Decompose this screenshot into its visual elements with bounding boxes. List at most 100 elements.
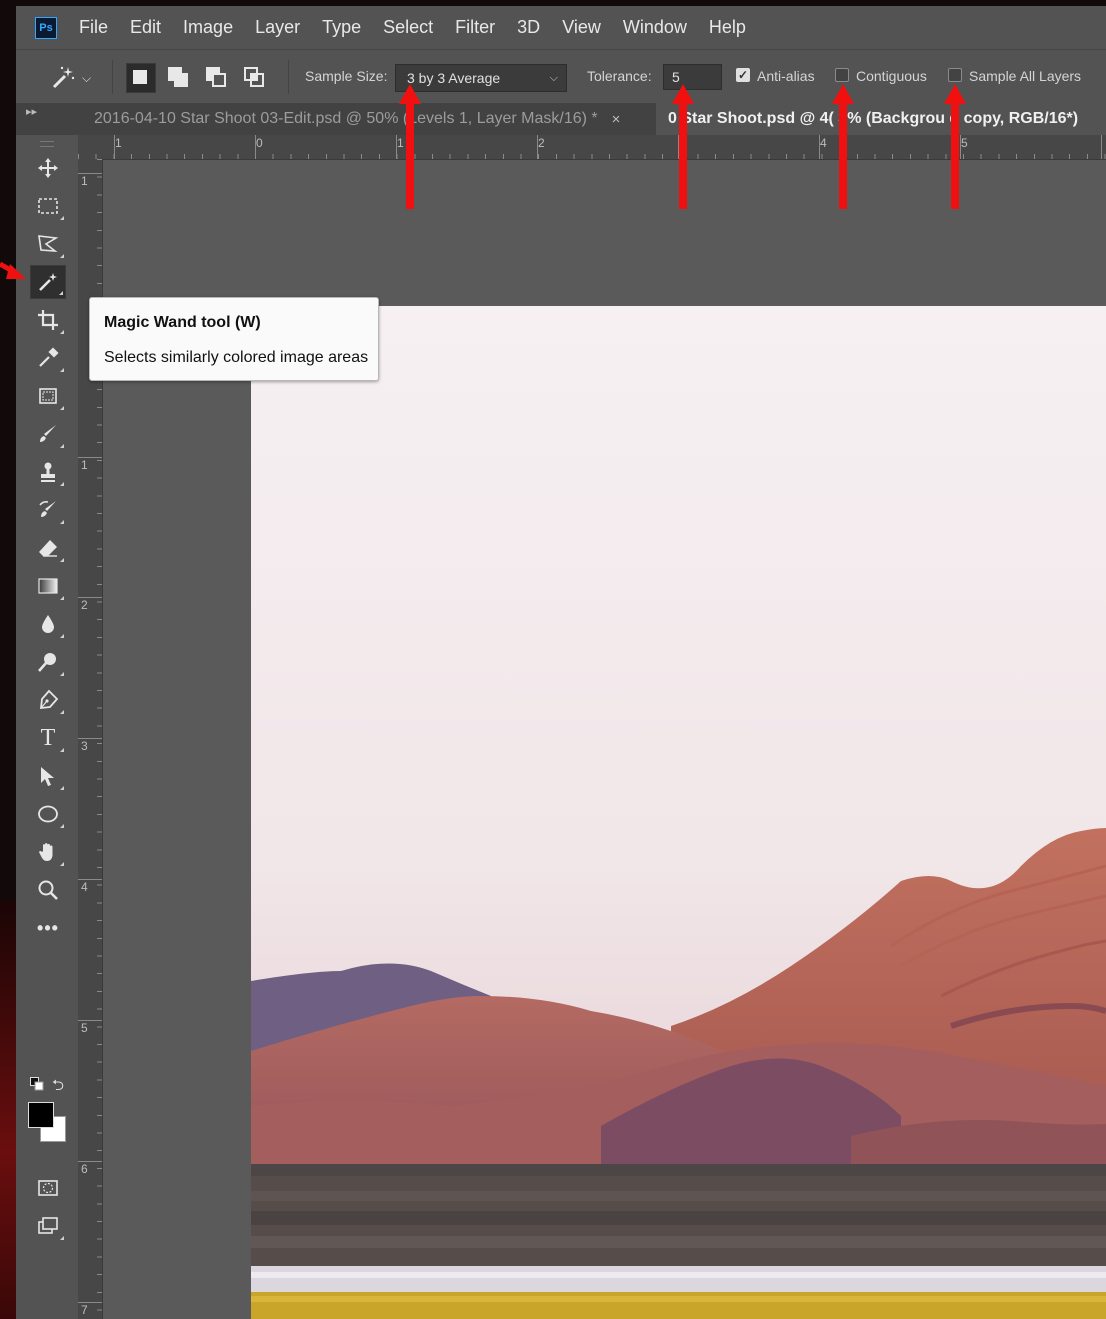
- zoom-tool-button[interactable]: [30, 873, 66, 907]
- pen-tool-button[interactable]: [30, 683, 66, 717]
- tool-preset-picker[interactable]: ⌵: [50, 64, 104, 92]
- menu-edit[interactable]: Edit: [130, 17, 161, 38]
- menu-file[interactable]: File: [79, 17, 108, 38]
- tolerance-input[interactable]: 5: [663, 64, 722, 90]
- sample-size-value: 3 by 3 Average: [407, 70, 501, 86]
- eyedropper-tool-button[interactable]: [30, 341, 66, 375]
- chevron-down-icon: ⌵: [82, 70, 92, 85]
- menu-help[interactable]: Help: [709, 17, 746, 38]
- toolbox: T ••• ⮌: [16, 135, 79, 1319]
- menu-select[interactable]: Select: [383, 17, 433, 38]
- contiguous-label[interactable]: Contiguous: [856, 68, 927, 84]
- new-selection-icon: [133, 70, 147, 84]
- ellipse-icon: [38, 805, 58, 823]
- foreground-color-swatch[interactable]: [28, 1102, 54, 1128]
- screen-mode-button[interactable]: [30, 1209, 66, 1243]
- sample-size-select[interactable]: 3 by 3 Average ⌵: [395, 64, 567, 92]
- sample-all-layers-checkbox[interactable]: [948, 68, 962, 82]
- eraser-icon: [39, 540, 57, 557]
- ruler-label: 5: [81, 1021, 88, 1035]
- brush-icon: [40, 425, 56, 442]
- frame-tool-button[interactable]: [30, 379, 66, 413]
- ruler-label: 0: [256, 136, 263, 150]
- contiguous-checkbox[interactable]: [835, 68, 849, 82]
- type-icon: T: [40, 724, 56, 751]
- swap-colors-icon[interactable]: ⮌: [52, 1075, 64, 1100]
- photoshop-window: Ps File Edit Image Layer Type Select Fil…: [16, 6, 1106, 1319]
- polygonal-lasso-icon: [38, 235, 59, 252]
- clone-stamp-tool-button[interactable]: [30, 455, 66, 489]
- menu-3d[interactable]: 3D: [517, 17, 540, 38]
- document-tab-inactive[interactable]: 2016-04-10 Star Shoot 03-Edit.psd @ 50% …: [82, 103, 664, 135]
- dodge-tool-button[interactable]: [30, 645, 66, 679]
- menu-layer[interactable]: Layer: [255, 17, 300, 38]
- gradient-tool-button[interactable]: [30, 569, 66, 603]
- menu-type[interactable]: Type: [322, 17, 361, 38]
- shape-tool-button[interactable]: [30, 797, 66, 831]
- magic-wand-tooltip: Magic Wand tool (W) Selects similarly co…: [89, 297, 379, 381]
- new-selection-button[interactable]: [126, 63, 156, 93]
- ruler-label: 6: [81, 1162, 88, 1176]
- move-tool-button[interactable]: [30, 151, 66, 185]
- path-selection-tool-button[interactable]: [30, 759, 66, 793]
- ruler-label: 1: [115, 136, 122, 150]
- quick-mask-icon: [38, 1180, 58, 1196]
- magic-wand-icon: [39, 273, 57, 291]
- rectangular-marquee-icon: [38, 198, 58, 214]
- collapse-panel-icon[interactable]: ▸▸: [26, 105, 37, 118]
- document-tab-label: 0 Star Shoot.psd @ 4( 3% (Backgrou d cop…: [668, 110, 1079, 127]
- tooltip-description: Selects similarly colored image areas: [104, 349, 369, 366]
- menu-image[interactable]: Image: [183, 17, 233, 38]
- frame-icon: [39, 388, 57, 404]
- eyedropper-icon: [39, 347, 59, 367]
- zoom-icon: [38, 880, 58, 900]
- history-brush-tool-button[interactable]: [30, 493, 66, 527]
- window-edge-background: [0, 900, 16, 1319]
- screen-mode-icon: [38, 1217, 58, 1234]
- add-to-selection-button[interactable]: [164, 63, 192, 91]
- brush-tool-button[interactable]: [30, 417, 66, 451]
- document-canvas-photo[interactable]: [251, 306, 1106, 1319]
- add-to-selection-icon: [167, 66, 189, 88]
- ruler-label: 1: [397, 136, 404, 150]
- ruler-label: 2: [81, 598, 88, 612]
- marquee-tool-button[interactable]: [30, 189, 66, 223]
- magic-wand-tool-button[interactable]: [30, 265, 66, 299]
- ruler-label: 3: [81, 739, 88, 753]
- type-tool-button[interactable]: T: [30, 721, 66, 755]
- hand-icon: [39, 843, 53, 861]
- close-icon[interactable]: ×: [612, 111, 621, 128]
- ruler-label: 1: [81, 174, 88, 188]
- more-tools-button[interactable]: •••: [30, 911, 66, 945]
- hand-tool-button[interactable]: [30, 835, 66, 869]
- sample-size-label: Sample Size:: [305, 68, 388, 84]
- document-tab-active[interactable]: 0 Star Shoot.psd @ 4( 3% (Backgrou d cop…: [656, 103, 1106, 135]
- document-tab-bar: ▸▸ 2016-04-10 Star Shoot 03-Edit.psd @ 5…: [16, 103, 1106, 135]
- divider: [288, 60, 289, 94]
- tooltip-title: Magic Wand tool (W): [104, 314, 261, 331]
- blur-tool-button[interactable]: [30, 607, 66, 641]
- intersect-selection-button[interactable]: [240, 63, 268, 91]
- more-tools-icon: •••: [37, 917, 59, 938]
- ruler-label: 1: [81, 458, 88, 472]
- history-brush-icon: [39, 501, 56, 517]
- toolbox-grip[interactable]: [40, 141, 54, 147]
- default-colors-icon[interactable]: [30, 1077, 44, 1091]
- gradient-icon: [38, 578, 58, 594]
- crop-tool-button[interactable]: [30, 303, 66, 337]
- clone-stamp-icon: [41, 462, 55, 482]
- anti-alias-checkbox[interactable]: ✓: [736, 68, 750, 82]
- quick-mask-button[interactable]: [30, 1171, 66, 1205]
- anti-alias-label[interactable]: Anti-alias: [757, 68, 815, 84]
- ruler-label: 4: [820, 136, 827, 150]
- subtract-from-selection-button[interactable]: [202, 63, 230, 91]
- divider: [112, 60, 113, 94]
- menu-window[interactable]: Window: [623, 17, 687, 38]
- ruler-label: 5: [961, 136, 968, 150]
- menu-filter[interactable]: Filter: [455, 17, 495, 38]
- lasso-tool-button[interactable]: [30, 227, 66, 261]
- sample-all-layers-label[interactable]: Sample All Layers: [969, 68, 1081, 84]
- horizontal-ruler[interactable]: 1 0 1 2 4 5: [78, 135, 1106, 160]
- eraser-tool-button[interactable]: [30, 531, 66, 565]
- menu-view[interactable]: View: [562, 17, 601, 38]
